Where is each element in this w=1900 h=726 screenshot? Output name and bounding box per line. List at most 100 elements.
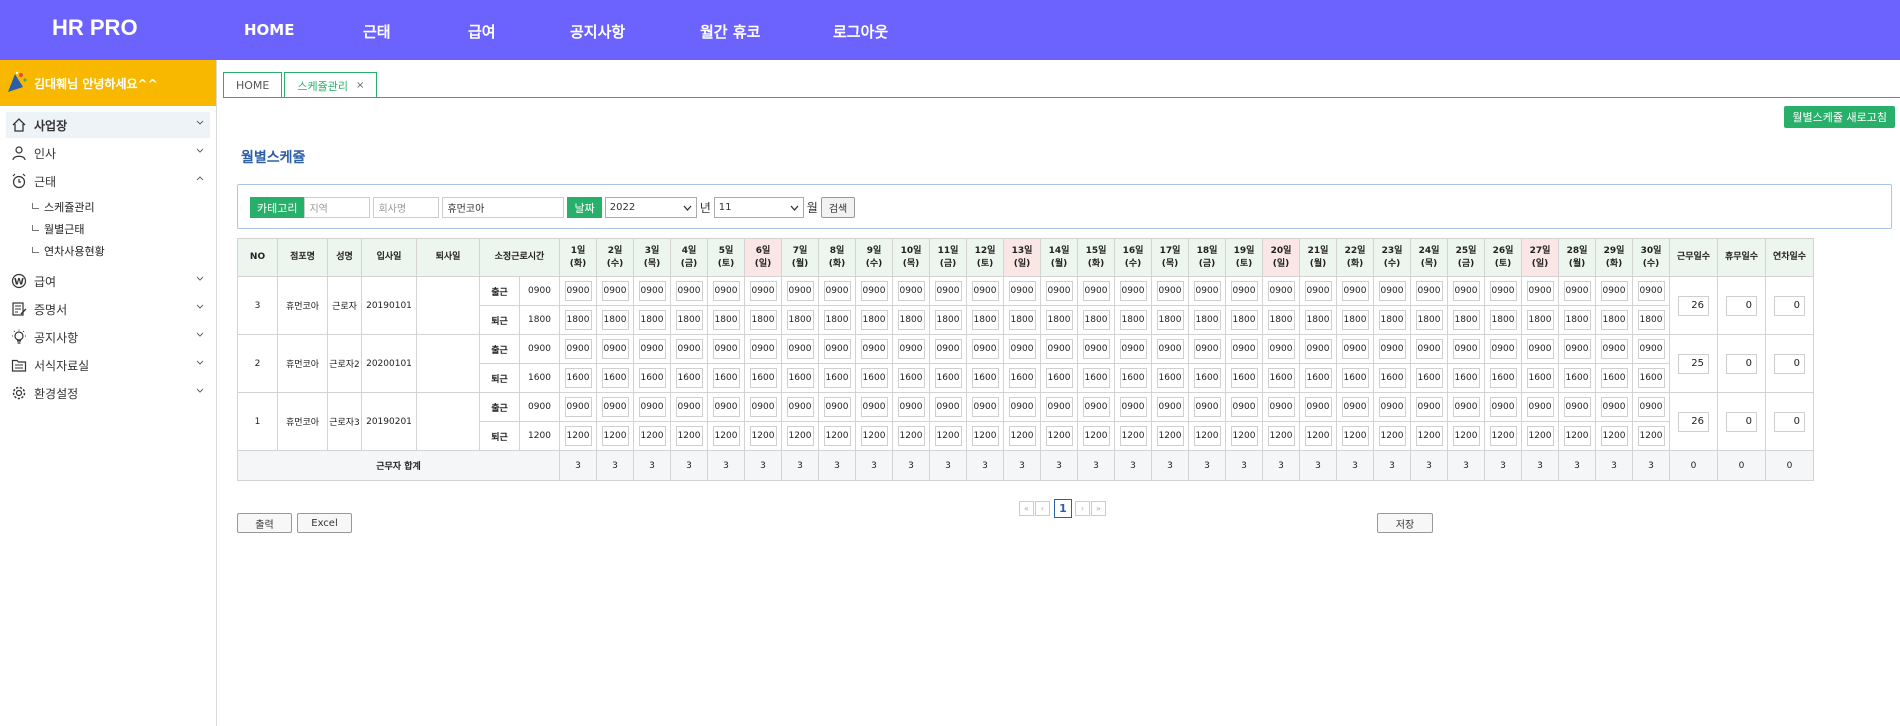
day-in-time-input[interactable]: 0900 — [1267, 339, 1295, 359]
day-out-time-input[interactable]: 1800 — [1637, 310, 1665, 330]
day-out-time-input[interactable]: 1600 — [1341, 368, 1369, 388]
day-out-time-input[interactable]: 1600 — [1526, 368, 1554, 388]
day-in-time-input[interactable]: 0900 — [786, 281, 814, 301]
day-in-time-input[interactable]: 0900 — [564, 339, 592, 359]
day-in-time-input[interactable]: 0900 — [971, 281, 999, 301]
day-in-time-input[interactable]: 0900 — [934, 397, 962, 417]
day-out-time-input[interactable]: 1800 — [971, 310, 999, 330]
day-out-time-input[interactable]: 1600 — [1156, 368, 1184, 388]
day-out-time-input[interactable]: 1600 — [823, 368, 851, 388]
day-out-time-input[interactable]: 1600 — [1637, 368, 1665, 388]
day-out-time-input[interactable]: 1200 — [1045, 426, 1073, 446]
day-out-time-input[interactable]: 1600 — [1193, 368, 1221, 388]
day-out-time-input[interactable]: 1800 — [1193, 310, 1221, 330]
day-in-time-input[interactable]: 0900 — [1119, 281, 1147, 301]
day-in-time-input[interactable]: 0900 — [1230, 339, 1258, 359]
day-in-time-input[interactable]: 0900 — [1600, 397, 1628, 417]
day-out-time-input[interactable]: 1200 — [1267, 426, 1295, 446]
store-input[interactable]: 휴먼코아 — [442, 197, 565, 218]
company-input[interactable]: 회사명 — [373, 197, 440, 218]
day-out-time-input[interactable]: 1800 — [564, 310, 592, 330]
day-out-time-input[interactable]: 1200 — [1378, 426, 1406, 446]
day-in-time-input[interactable]: 0900 — [1304, 397, 1332, 417]
nav-attendance[interactable]: 근태 — [363, 21, 391, 42]
day-out-time-input[interactable]: 1600 — [860, 368, 888, 388]
day-out-time-input[interactable]: 1600 — [564, 368, 592, 388]
day-in-time-input[interactable]: 0900 — [712, 281, 740, 301]
sidebar-item-settings[interactable]: 환경설정 — [6, 380, 210, 406]
day-in-time-input[interactable]: 0900 — [601, 339, 629, 359]
day-in-time-input[interactable]: 0900 — [823, 397, 851, 417]
day-in-time-input[interactable]: 0900 — [786, 397, 814, 417]
day-out-time-input[interactable]: 1800 — [1526, 310, 1554, 330]
day-in-time-input[interactable]: 0900 — [1008, 281, 1036, 301]
day-out-time-input[interactable]: 1600 — [971, 368, 999, 388]
day-out-time-input[interactable]: 1600 — [638, 368, 666, 388]
day-out-time-input[interactable]: 1200 — [1156, 426, 1184, 446]
day-in-time-input[interactable]: 0900 — [786, 339, 814, 359]
annual-days-input[interactable]: 0 — [1774, 295, 1805, 316]
day-in-time-input[interactable]: 0900 — [1193, 397, 1221, 417]
day-out-time-input[interactable]: 1600 — [1600, 368, 1628, 388]
last-page-button[interactable]: » — [1091, 501, 1106, 516]
day-in-time-input[interactable]: 0900 — [1045, 397, 1073, 417]
day-in-time-input[interactable]: 0900 — [1045, 339, 1073, 359]
day-out-time-input[interactable]: 1200 — [749, 426, 777, 446]
day-out-time-input[interactable]: 1800 — [1452, 310, 1480, 330]
day-in-time-input[interactable]: 0900 — [971, 339, 999, 359]
day-in-time-input[interactable]: 0900 — [1637, 397, 1665, 417]
day-in-time-input[interactable]: 0900 — [1378, 397, 1406, 417]
day-out-time-input[interactable]: 1600 — [1304, 368, 1332, 388]
year-select[interactable]: 2022 — [604, 197, 697, 218]
day-out-time-input[interactable]: 1800 — [934, 310, 962, 330]
day-in-time-input[interactable]: 0900 — [1045, 281, 1073, 301]
day-out-time-input[interactable]: 1200 — [1563, 426, 1591, 446]
page-1-button[interactable]: 1 — [1054, 499, 1072, 518]
refresh-schedule-button[interactable]: 월별스케쥴 새로고침 — [1784, 106, 1895, 128]
day-in-time-input[interactable]: 0900 — [1637, 339, 1665, 359]
day-in-time-input[interactable]: 0900 — [1452, 339, 1480, 359]
day-in-time-input[interactable]: 0900 — [1378, 281, 1406, 301]
day-out-time-input[interactable]: 1800 — [1415, 310, 1443, 330]
day-in-time-input[interactable]: 0900 — [1600, 339, 1628, 359]
day-in-time-input[interactable]: 0900 — [1193, 281, 1221, 301]
day-out-time-input[interactable]: 1200 — [1452, 426, 1480, 446]
off-days-input[interactable]: 0 — [1726, 295, 1757, 316]
day-in-time-input[interactable]: 0900 — [1526, 281, 1554, 301]
day-out-time-input[interactable]: 1200 — [1230, 426, 1258, 446]
day-out-time-input[interactable]: 1800 — [601, 310, 629, 330]
day-out-time-input[interactable]: 1200 — [1119, 426, 1147, 446]
day-out-time-input[interactable]: 1200 — [1415, 426, 1443, 446]
nav-payroll[interactable]: 급여 — [468, 21, 496, 42]
day-in-time-input[interactable]: 0900 — [1119, 397, 1147, 417]
day-out-time-input[interactable]: 1600 — [934, 368, 962, 388]
sidebar-subitem-annual-leave[interactable]: 연차사용현황 — [6, 240, 210, 262]
day-out-time-input[interactable]: 1800 — [823, 310, 851, 330]
day-out-time-input[interactable]: 1600 — [601, 368, 629, 388]
day-in-time-input[interactable]: 0900 — [1230, 281, 1258, 301]
day-in-time-input[interactable]: 0900 — [1156, 397, 1184, 417]
day-in-time-input[interactable]: 0900 — [1341, 281, 1369, 301]
off-days-input[interactable]: 0 — [1726, 411, 1757, 432]
day-in-time-input[interactable]: 0900 — [1341, 339, 1369, 359]
day-in-time-input[interactable]: 0900 — [897, 281, 925, 301]
day-in-time-input[interactable]: 0900 — [1563, 281, 1591, 301]
day-in-time-input[interactable]: 0900 — [897, 339, 925, 359]
day-out-time-input[interactable]: 1600 — [749, 368, 777, 388]
day-in-time-input[interactable]: 0900 — [1563, 397, 1591, 417]
day-in-time-input[interactable]: 0900 — [860, 281, 888, 301]
day-in-time-input[interactable]: 0900 — [1119, 339, 1147, 359]
day-out-time-input[interactable]: 1200 — [564, 426, 592, 446]
day-out-time-input[interactable]: 1200 — [786, 426, 814, 446]
day-out-time-input[interactable]: 1200 — [934, 426, 962, 446]
day-in-time-input[interactable]: 0900 — [1082, 339, 1110, 359]
day-out-time-input[interactable]: 1200 — [823, 426, 851, 446]
day-out-time-input[interactable]: 1800 — [1489, 310, 1517, 330]
day-out-time-input[interactable]: 1800 — [786, 310, 814, 330]
day-out-time-input[interactable]: 1200 — [638, 426, 666, 446]
day-out-time-input[interactable]: 1600 — [1267, 368, 1295, 388]
sidebar-subitem-schedule[interactable]: 스케쥴관리 — [6, 196, 210, 218]
day-out-time-input[interactable]: 1800 — [897, 310, 925, 330]
day-in-time-input[interactable]: 0900 — [1378, 339, 1406, 359]
day-in-time-input[interactable]: 0900 — [1267, 281, 1295, 301]
